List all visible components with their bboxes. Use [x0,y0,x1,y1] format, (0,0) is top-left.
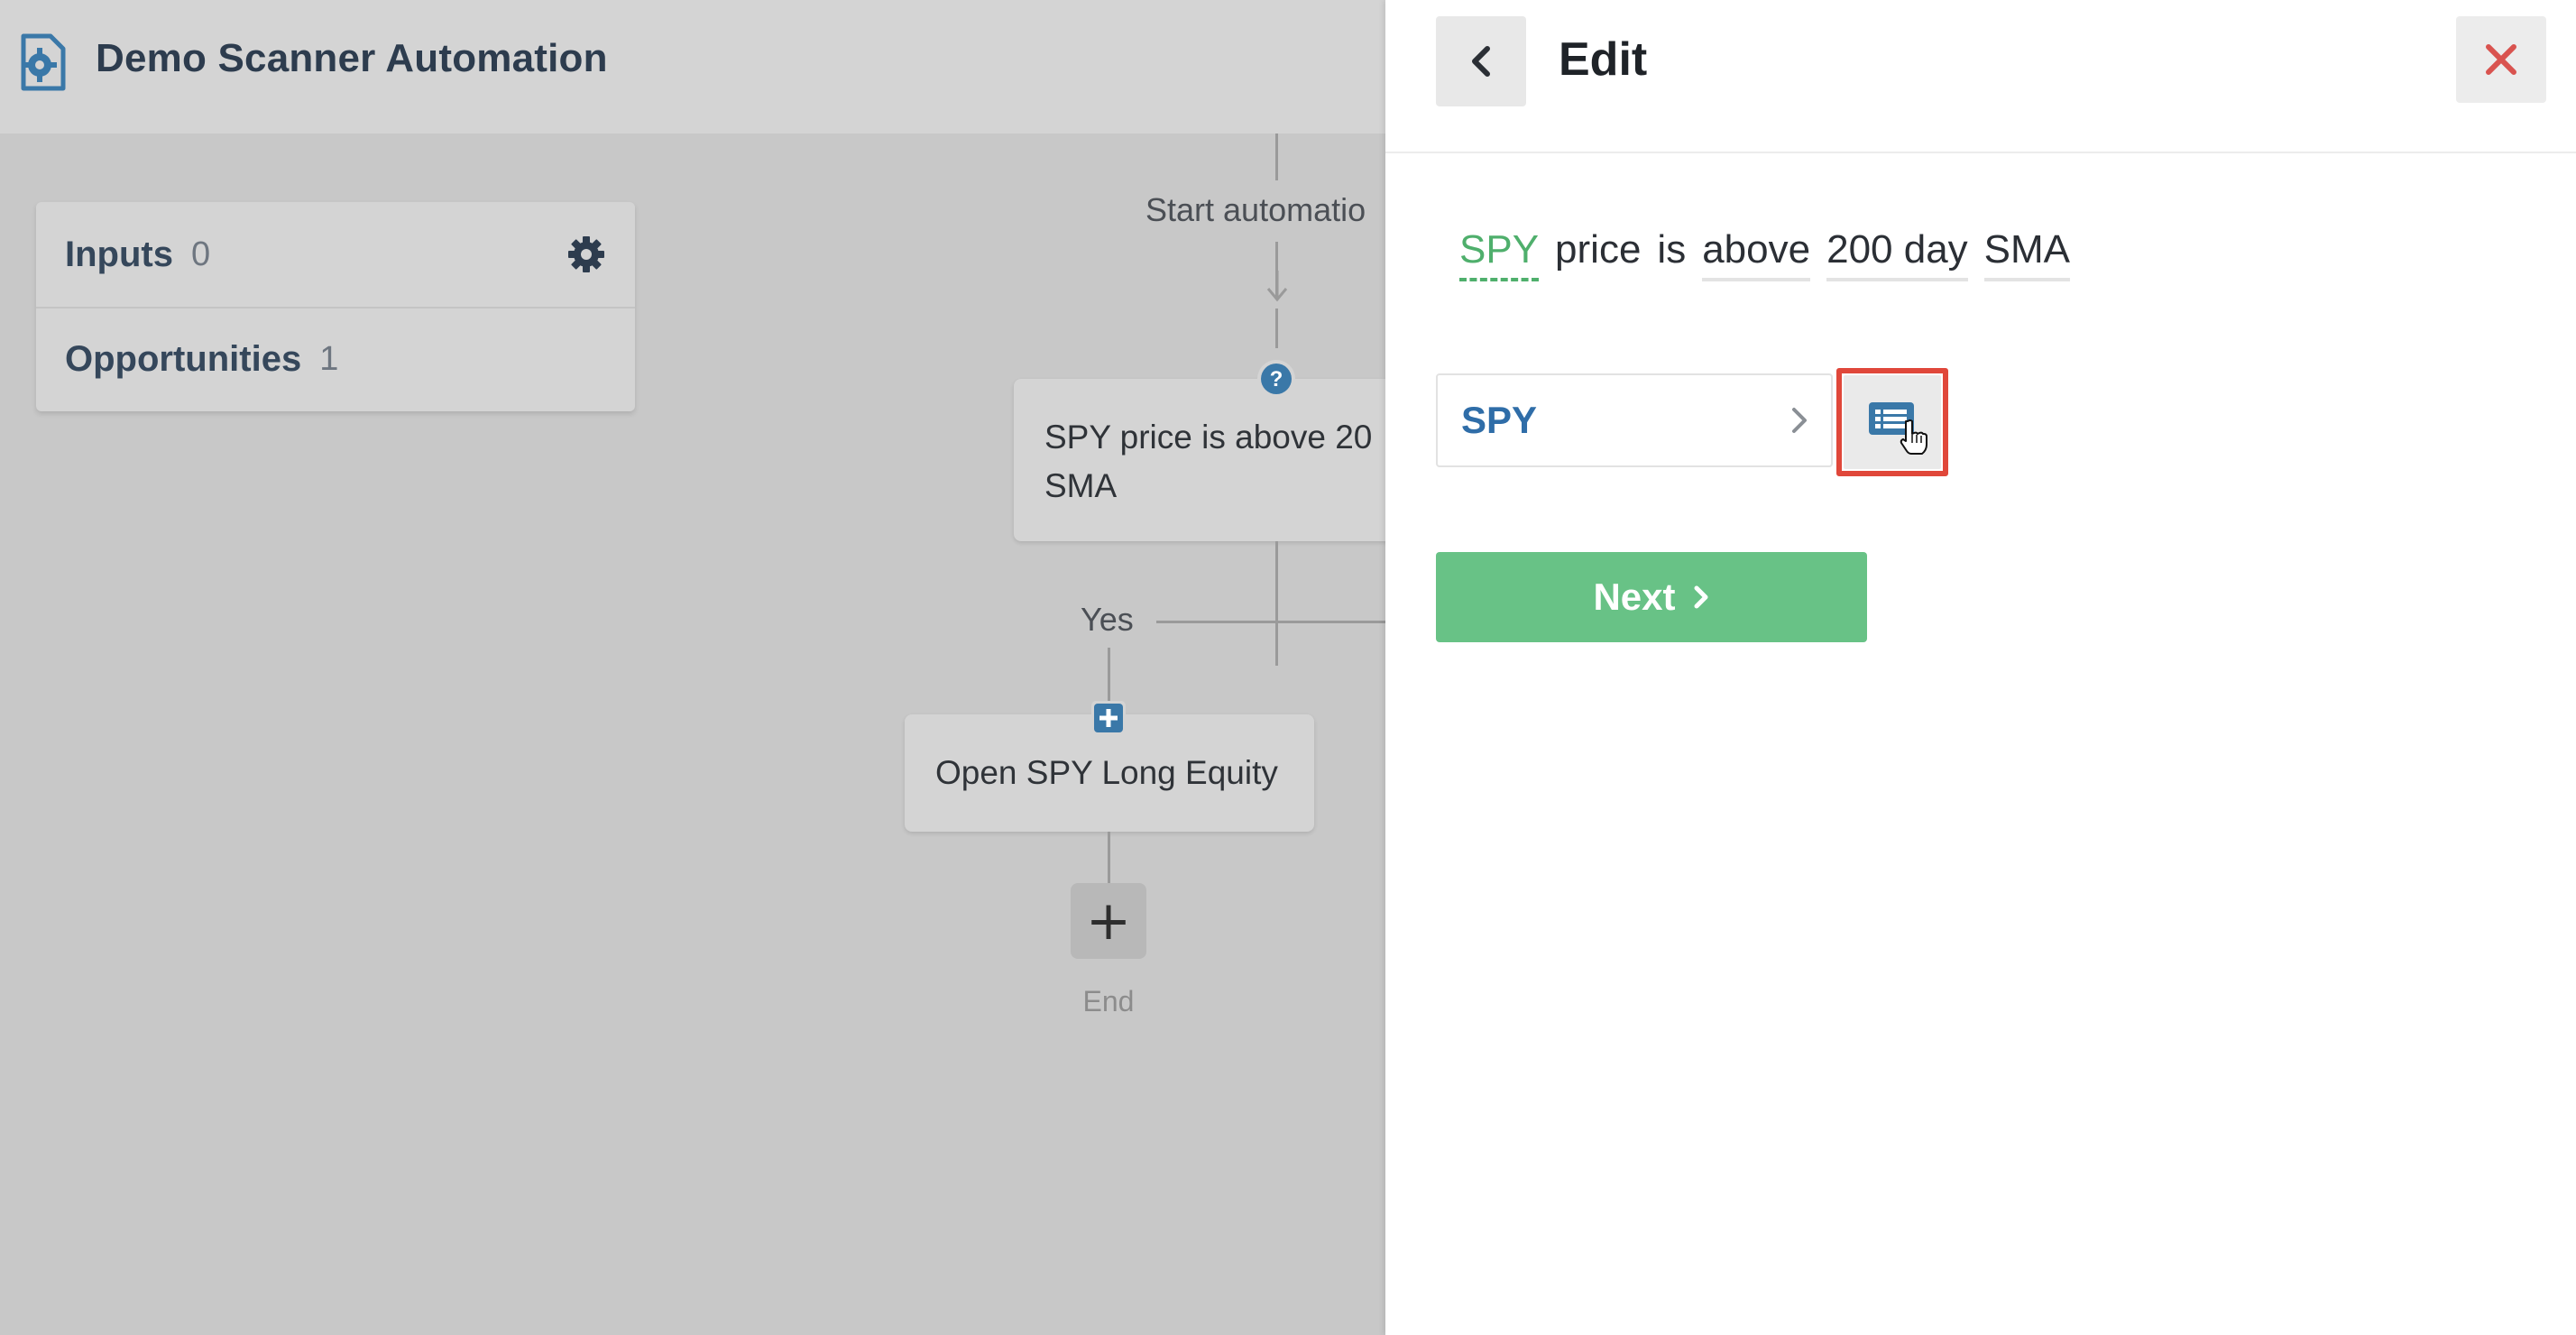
top-bar: Demo Scanner Automation [0,0,1385,134]
close-icon [2486,44,2516,75]
start-automation-label: Start automatio [1145,191,1366,228]
sidebar-item-opportunities[interactable]: Opportunities 1 [36,307,635,411]
sidebar-item-count: 1 [319,339,339,378]
next-button[interactable]: Next [1436,552,1867,642]
back-button[interactable] [1436,16,1526,106]
sidebar-item-label: Inputs [65,234,173,274]
connector-line [1108,832,1110,884]
connector-line [1275,134,1278,180]
close-button[interactable] [2456,16,2546,103]
sidebar-item-count: 0 [190,235,211,273]
action-text: Open SPY Long Equity [935,754,1278,791]
arrow-down-icon [1266,271,1288,302]
condition-text-line2: SMA [1044,467,1118,504]
yes-branch-label: Yes [1081,601,1134,638]
connector-line [1156,621,1385,623]
panel-header: Edit [1385,0,2576,153]
sidebar-item-label: Opportunities [65,338,302,379]
sidebar-item-inputs[interactable]: Inputs 0 [36,202,635,308]
condition-node[interactable]: SPY price is above 20 SMA [1014,379,1393,541]
expression-word: is [1657,227,1687,272]
hand-cursor-icon [1900,419,1927,455]
connector-line [1275,541,1278,666]
connector-line [1108,648,1110,702]
sidebar-card: Inputs 0 Opportunities 1 [36,202,635,411]
expression-word: price [1555,227,1642,272]
chevron-right-icon [1792,408,1807,433]
edit-panel: Edit SPY price is above 200 day SMA SPY [1385,0,2576,1335]
chevron-right-icon [1694,585,1708,609]
add-step-button[interactable]: + [1071,883,1146,959]
panel-title: Edit [1559,33,1648,86]
automation-canvas: Inputs 0 Opportunities 1 Start automatio… [0,134,1393,1335]
automation-settings-icon [21,33,66,91]
condition-expression: SPY price is above 200 day SMA [1459,227,2086,281]
end-label: End [1082,985,1135,1017]
chevron-left-icon [1472,46,1490,77]
expression-symbol-token[interactable]: SPY [1459,227,1540,281]
svg-text:?: ? [1270,367,1283,391]
symbol-value: SPY [1461,399,1538,441]
question-icon: ? [1257,360,1295,398]
gear-icon[interactable] [566,235,606,274]
expression-comparator-token[interactable]: above [1702,227,1811,281]
symbol-list-button[interactable] [1844,375,1941,469]
page-title: Demo Scanner Automation [96,36,608,80]
condition-text-line1: SPY price is above 20 [1044,419,1373,456]
next-button-label: Next [1593,575,1676,618]
connector-line [1275,308,1278,348]
expression-indicator-token[interactable]: SMA [1983,227,2071,281]
expression-period-token[interactable]: 200 day [1826,227,1968,281]
symbol-select-field[interactable]: SPY [1436,373,1833,467]
add-action-icon [1091,701,1126,735]
